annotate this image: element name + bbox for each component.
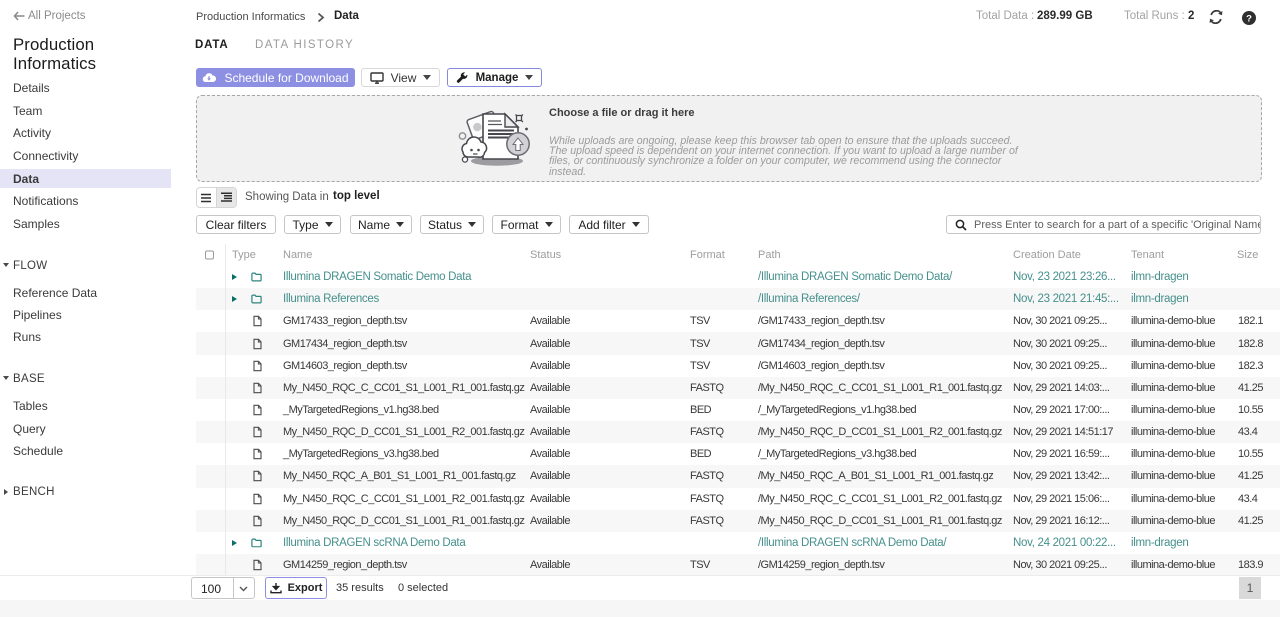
svg-text:?: ? (1246, 13, 1252, 24)
